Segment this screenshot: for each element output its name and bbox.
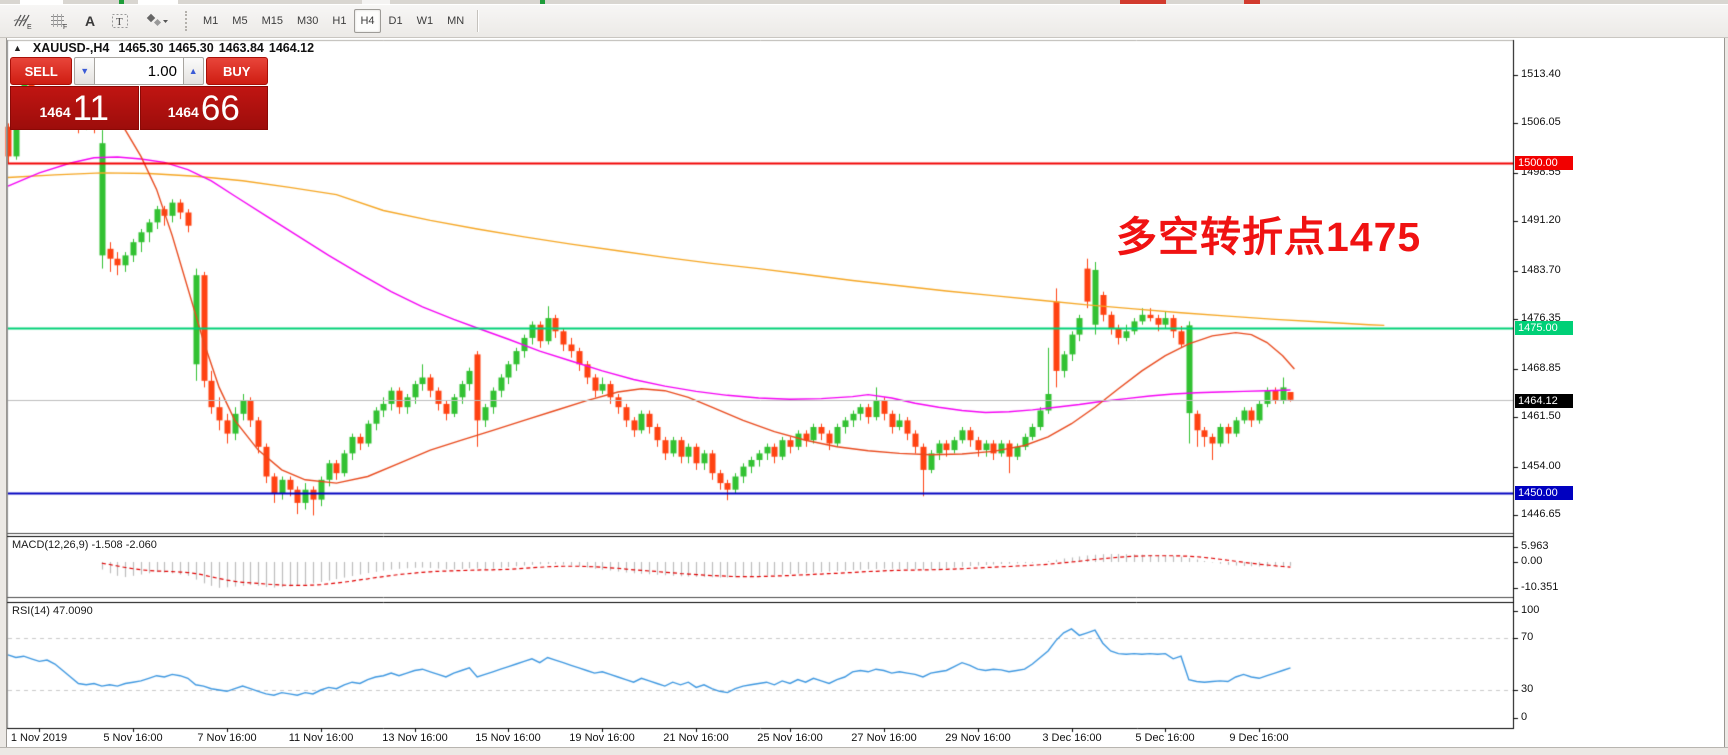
text-a-icon[interactable]: A [78,9,102,33]
time-tick: 5 Dec 16:00 [1135,732,1194,744]
time-tick: 5 Nov 16:00 [103,732,162,744]
price-line-badge: 1500.00 [1515,156,1573,170]
tf-button-H4[interactable]: H4 [354,9,380,33]
time-tick: 7 Nov 16:00 [197,732,256,744]
buy-button[interactable]: BUY [206,57,268,85]
time-tick: 13 Nov 16:00 [382,732,447,744]
tf-button-H1[interactable]: H1 [326,9,352,33]
tf-button-D1[interactable]: D1 [383,9,409,33]
current-price-badge: 1464.12 [1515,394,1573,408]
window-left-border [6,36,7,754]
sell-price-big: 11 [73,91,109,127]
ohlc-close: 1464.12 [269,41,314,55]
macd-axis-tick: -10.351 [1521,581,1558,593]
price-line-badge: 1475.00 [1515,321,1573,335]
price-tick: 1483.70 [1521,264,1561,276]
svg-text:T: T [116,16,123,28]
price-tick: 1491.20 [1521,214,1561,226]
time-tick: 15 Nov 16:00 [475,732,540,744]
drawing-tools-icon[interactable] [138,9,176,33]
tf-button-M15[interactable]: M15 [256,9,289,33]
ohlc-open: 1465.30 [118,41,163,55]
rsi-axis-tick: 0 [1521,711,1527,723]
time-tick: 27 Nov 16:00 [851,732,916,744]
tf-button-M1[interactable]: M1 [197,9,224,33]
buy-price-box[interactable]: 1464 66 [140,86,269,130]
toolbar-separator [477,10,478,32]
time-tick: 29 Nov 16:00 [945,732,1010,744]
price-line-badge: 1450.00 [1515,486,1573,500]
buy-price-big: 66 [201,91,240,127]
volume-increase-button[interactable]: ▲ [183,57,204,85]
time-tick: 19 Nov 16:00 [569,732,634,744]
sell-button[interactable]: SELL [10,57,72,85]
rsi-axis-tick: 100 [1521,604,1539,616]
time-tick: 3 Dec 16:00 [1042,732,1101,744]
symbol-label: XAUUSD-,H4 [33,41,109,55]
macd-indicator-label: MACD(12,26,9) -1.508 -2.060 [12,539,157,551]
grid-f-icon[interactable]: F [42,9,76,33]
tf-button-W1[interactable]: W1 [411,9,440,33]
svg-text:F: F [63,24,67,30]
svg-text:E: E [27,24,32,30]
price-tick: 1506.05 [1521,116,1561,128]
one-click-trading-panel: SELL ▼ ▲ BUY 1464 11 1464 66 [10,57,268,130]
toolbar-grip [185,11,192,31]
time-tick: 1 Nov 2019 [11,732,67,744]
chart-title: ▲ XAUUSD-,H4 1465.30 1465.30 1463.84 146… [13,41,314,55]
volume-input[interactable] [95,57,183,85]
time-tick: 9 Dec 16:00 [1229,732,1288,744]
tf-button-M30[interactable]: M30 [291,9,324,33]
chart-annotation-text: 多空转折点1475 [1116,203,1421,263]
macd-axis-tick: 5.963 [1521,540,1549,552]
time-tick: 25 Nov 16:00 [757,732,822,744]
text-box-icon[interactable]: T [104,9,136,33]
buy-price-small: 1464 [168,97,199,127]
rsi-axis-tick: 30 [1521,683,1533,695]
price-tick: 1461.50 [1521,410,1561,422]
ohlc-low: 1463.84 [219,41,264,55]
price-tick: 1454.00 [1521,460,1561,472]
sell-price-small: 1464 [40,97,71,127]
rsi-axis-tick: 70 [1521,631,1533,643]
time-tick: 21 Nov 16:00 [663,732,728,744]
tf-button-MN[interactable]: MN [441,9,470,33]
window-right-border [1724,36,1725,754]
price-tick: 1468.85 [1521,362,1561,374]
indicators-e-icon[interactable]: E [6,9,40,33]
volume-decrease-button[interactable]: ▼ [74,57,95,85]
rsi-indicator-label: RSI(14) 47.0090 [12,605,93,617]
tf-button-M5[interactable]: M5 [226,9,253,33]
main-toolbar: E F A T M1M5M15M30H1H4D1W1MN [0,4,1728,38]
ohlc-high: 1465.30 [169,41,214,55]
collapse-arrow-icon[interactable]: ▲ [13,43,22,53]
macd-axis-tick: 0.00 [1521,555,1542,567]
price-tick: 1446.65 [1521,508,1561,520]
price-tick: 1513.40 [1521,68,1561,80]
time-tick: 11 Nov 16:00 [289,732,354,744]
sell-price-box[interactable]: 1464 11 [10,86,139,130]
